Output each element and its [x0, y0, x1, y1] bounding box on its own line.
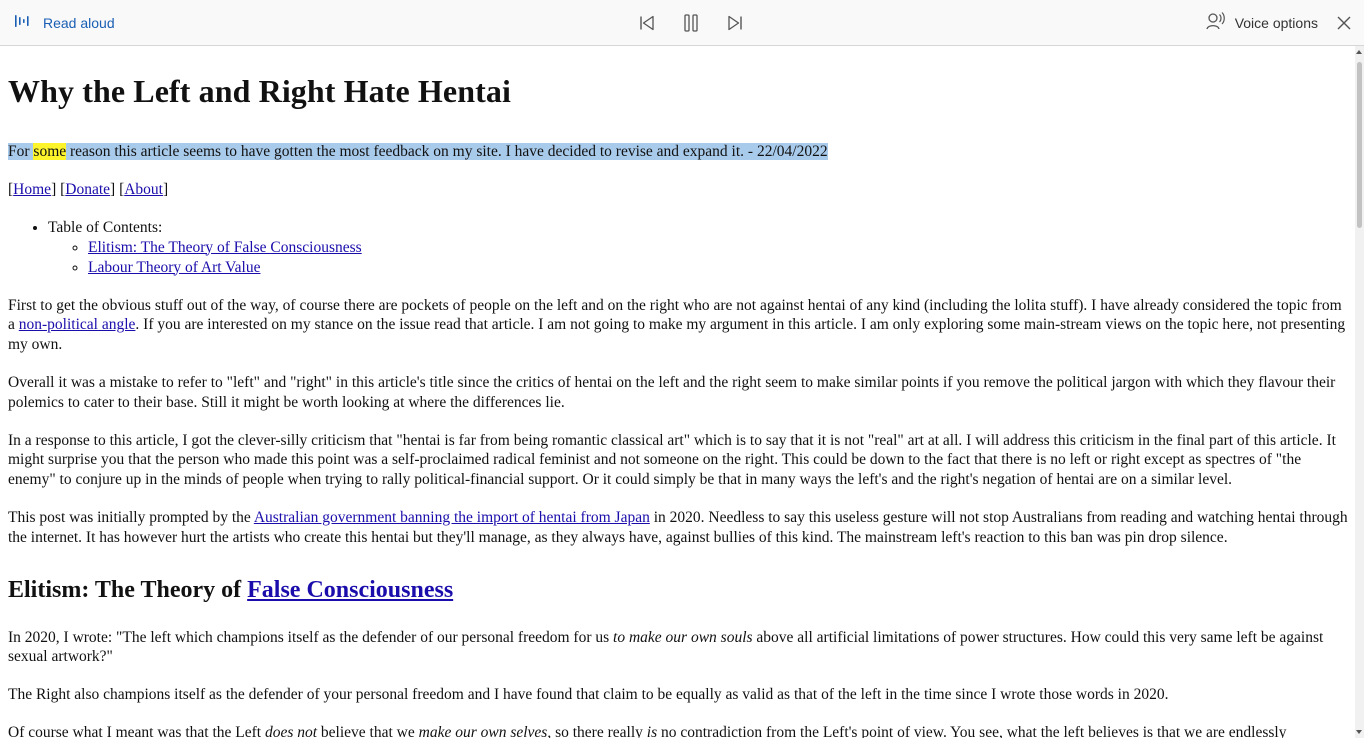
australian-ban-link[interactable]: Australian government banning the import…	[254, 509, 650, 526]
section-heading-elitism: Elitism: The Theory of False Consciousne…	[8, 576, 454, 603]
paragraph-4: This post was initially prompted by the …	[8, 508, 1348, 546]
current-word-highlight: some	[33, 143, 67, 160]
voice-options-button[interactable]: Voice options	[1205, 11, 1318, 36]
reading-selection: For some reason this article seems to ha…	[8, 143, 828, 160]
list-item: Labour Theory of Art Value	[88, 258, 1348, 278]
article-intro: For some reason this article seems to ha…	[8, 142, 1348, 162]
close-icon	[1337, 16, 1351, 30]
false-consciousness-link[interactable]: False Consciousness	[247, 577, 453, 603]
scroll-down-arrow-icon[interactable]	[1356, 730, 1362, 734]
paragraph-6: The Right also champions itself as the d…	[8, 686, 1169, 704]
scroll-up-arrow-icon[interactable]	[1356, 50, 1362, 54]
read-aloud-icon	[14, 13, 32, 34]
nav-donate-link[interactable]: Donate	[65, 181, 110, 198]
pause-icon	[684, 14, 698, 32]
table-of-contents: Table of Contents: Elitism: The Theory o…	[8, 218, 1348, 278]
nav-home-link[interactable]: Home	[13, 181, 51, 198]
paragraph-1: First to get the obvious stuff out of th…	[8, 296, 1346, 354]
paragraph-5: In 2020, I wrote: "The left which champi…	[8, 628, 1324, 666]
toc-link-elitism[interactable]: Elitism: The Theory of False Consciousne…	[88, 239, 362, 256]
article-title: Why the Left and Right Hate Hentai	[8, 73, 511, 109]
non-political-angle-link[interactable]: non-political angle	[19, 316, 136, 333]
playback-controls	[636, 0, 746, 46]
skip-next-icon	[728, 15, 742, 31]
read-aloud-button[interactable]: Read aloud	[14, 0, 115, 46]
toolbar-right-controls: Voice options	[1205, 0, 1354, 46]
read-aloud-label: Read aloud	[43, 15, 115, 31]
read-aloud-toolbar: Read aloud Voice options	[0, 0, 1364, 46]
list-item: Elitism: The Theory of False Consciousne…	[88, 238, 1348, 258]
pause-button[interactable]	[680, 12, 702, 34]
toc-heading: Table of Contents: Elitism: The Theory o…	[48, 218, 1348, 278]
previous-paragraph-button[interactable]	[636, 12, 658, 34]
article-content: Why the Left and Right Hate Hentai For s…	[8, 46, 1348, 738]
vertical-scrollbar[interactable]	[1355, 46, 1364, 738]
site-nav: [Home] [Donate] [About]	[8, 180, 169, 198]
voice-options-label: Voice options	[1234, 15, 1318, 31]
close-read-aloud-button[interactable]	[1334, 13, 1354, 33]
paragraph-3: In a response to this article, I got the…	[8, 431, 1336, 489]
nav-about-link[interactable]: About	[124, 181, 163, 198]
scrollbar-thumb[interactable]	[1357, 62, 1362, 228]
next-paragraph-button[interactable]	[724, 12, 746, 34]
paragraph-2: Overall it was a mistake to refer to "le…	[8, 373, 1336, 411]
skip-previous-icon	[640, 15, 654, 31]
toc-link-labour-theory[interactable]: Labour Theory of Art Value	[88, 259, 260, 276]
voice-options-icon	[1205, 11, 1225, 36]
paragraph-7: Of course what I meant was that the Left…	[8, 723, 1287, 738]
